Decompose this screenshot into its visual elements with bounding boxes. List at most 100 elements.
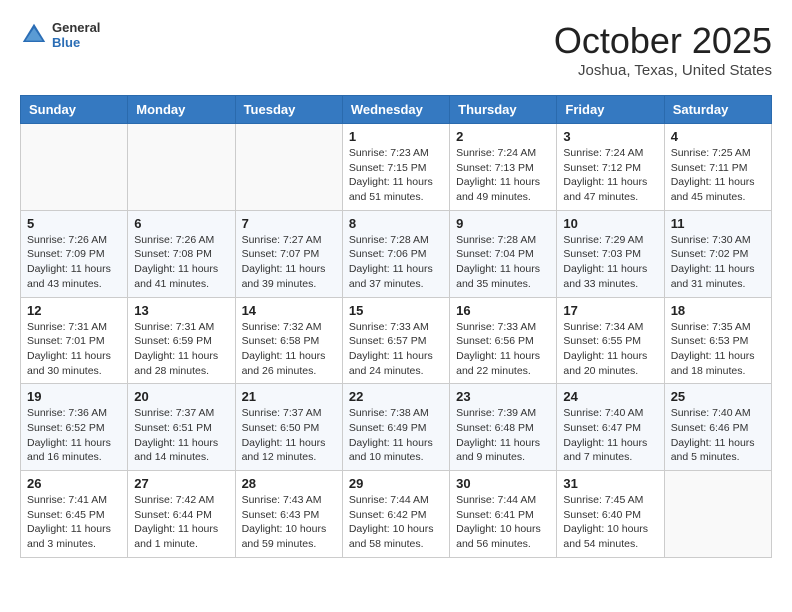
day-number: 16 [456,303,550,318]
day-info: Sunrise: 7:28 AM Sunset: 7:06 PM Dayligh… [349,233,443,292]
calendar-cell: 11 Sunrise: 7:30 AM Sunset: 7:02 PM Dayli… [664,210,771,297]
calendar-week-row: 19Sunrise: 7:36 AM Sunset: 6:52 PM Dayli… [21,384,772,471]
day-info: Sunrise: 7:31 AM Sunset: 7:01 PM Dayligh… [27,320,121,379]
day-number: 26 [27,476,121,491]
day-number: 30 [456,476,550,491]
calendar-cell: 25 Sunrise: 7:40 AM Sunset: 6:46 PM Dayli… [664,384,771,471]
calendar-cell: 30 Sunrise: 7:44 AM Sunset: 6:41 PM Dayli… [450,471,557,558]
day-number: 8 [349,216,443,231]
calendar-cell: 22 Sunrise: 7:38 AM Sunset: 6:49 PM Dayli… [342,384,449,471]
logo-text: General Blue [52,20,100,50]
day-info: Sunrise: 7:23 AM Sunset: 7:15 PM Dayligh… [349,146,443,205]
page-header: General Blue October 2025 Joshua, Texas,… [20,20,772,79]
calendar-cell: 31 Sunrise: 7:45 AM Sunset: 6:40 PM Dayli… [557,471,664,558]
calendar-cell: 5 Sunrise: 7:26 AM Sunset: 7:09 PM Daylig… [21,210,128,297]
calendar-cell: 13Sunrise: 7:31 AM Sunset: 6:59 PM Dayli… [128,297,235,384]
calendar-week-row: 1 Sunrise: 7:23 AM Sunset: 7:15 PM Daylig… [21,124,772,211]
day-number: 17 [563,303,657,318]
day-info: Sunrise: 7:39 AM Sunset: 6:48 PM Dayligh… [456,406,550,465]
calendar-cell: 28 Sunrise: 7:43 AM Sunset: 6:43 PM Dayli… [235,471,342,558]
day-info: Sunrise: 7:25 AM Sunset: 7:11 PM Dayligh… [671,146,765,205]
day-info: Sunrise: 7:45 AM Sunset: 6:40 PM Dayligh… [563,493,657,552]
day-number: 18 [671,303,765,318]
day-number: 25 [671,389,765,404]
calendar-cell [235,124,342,211]
calendar-cell: 27 Sunrise: 7:42 AM Sunset: 6:44 PM Dayli… [128,471,235,558]
day-number: 15 [349,303,443,318]
day-number: 23 [456,389,550,404]
day-info: Sunrise: 7:31 AM Sunset: 6:59 PM Dayligh… [134,320,228,379]
weekday-header-sunday: Sunday [21,96,128,124]
calendar-cell: 29Sunrise: 7:44 AM Sunset: 6:42 PM Dayli… [342,471,449,558]
calendar-cell: 12 Sunrise: 7:31 AM Sunset: 7:01 PM Dayli… [21,297,128,384]
day-info: Sunrise: 7:28 AM Sunset: 7:04 PM Dayligh… [456,233,550,292]
day-number: 22 [349,389,443,404]
calendar-week-row: 12 Sunrise: 7:31 AM Sunset: 7:01 PM Dayli… [21,297,772,384]
calendar-cell: 8 Sunrise: 7:28 AM Sunset: 7:06 PM Daylig… [342,210,449,297]
calendar-cell: 16 Sunrise: 7:33 AM Sunset: 6:56 PM Dayli… [450,297,557,384]
calendar-cell: 6 Sunrise: 7:26 AM Sunset: 7:08 PM Daylig… [128,210,235,297]
day-number: 2 [456,129,550,144]
location: Joshua, Texas, United States [554,62,772,79]
weekday-header-row: SundayMondayTuesdayWednesdayThursdayFrid… [21,96,772,124]
weekday-header-tuesday: Tuesday [235,96,342,124]
day-info: Sunrise: 7:43 AM Sunset: 6:43 PM Dayligh… [242,493,336,552]
day-number: 12 [27,303,121,318]
day-info: Sunrise: 7:38 AM Sunset: 6:49 PM Dayligh… [349,406,443,465]
day-number: 28 [242,476,336,491]
day-number: 11 [671,216,765,231]
day-info: Sunrise: 7:26 AM Sunset: 7:09 PM Dayligh… [27,233,121,292]
calendar-cell: 26 Sunrise: 7:41 AM Sunset: 6:45 PM Dayli… [21,471,128,558]
calendar-cell [664,471,771,558]
calendar-cell: 24 Sunrise: 7:40 AM Sunset: 6:47 PM Dayli… [557,384,664,471]
day-number: 20 [134,389,228,404]
day-info: Sunrise: 7:37 AM Sunset: 6:50 PM Dayligh… [242,406,336,465]
day-number: 5 [27,216,121,231]
calendar-cell: 14 Sunrise: 7:32 AM Sunset: 6:58 PM Dayli… [235,297,342,384]
day-number: 1 [349,129,443,144]
weekday-header-saturday: Saturday [664,96,771,124]
day-info: Sunrise: 7:29 AM Sunset: 7:03 PM Dayligh… [563,233,657,292]
calendar-cell: 4 Sunrise: 7:25 AM Sunset: 7:11 PM Daylig… [664,124,771,211]
day-info: Sunrise: 7:34 AM Sunset: 6:55 PM Dayligh… [563,320,657,379]
calendar-cell: 7Sunrise: 7:27 AM Sunset: 7:07 PM Daylig… [235,210,342,297]
day-number: 4 [671,129,765,144]
day-number: 7 [242,216,336,231]
day-info: Sunrise: 7:44 AM Sunset: 6:42 PM Dayligh… [349,493,443,552]
calendar-cell: 15 Sunrise: 7:33 AM Sunset: 6:57 PM Dayli… [342,297,449,384]
day-info: Sunrise: 7:24 AM Sunset: 7:12 PM Dayligh… [563,146,657,205]
calendar-cell: 9 Sunrise: 7:28 AM Sunset: 7:04 PM Daylig… [450,210,557,297]
day-number: 6 [134,216,228,231]
calendar-table: SundayMondayTuesdayWednesdayThursdayFrid… [20,95,772,558]
day-info: Sunrise: 7:44 AM Sunset: 6:41 PM Dayligh… [456,493,550,552]
calendar-cell: 3Sunrise: 7:24 AM Sunset: 7:12 PM Daylig… [557,124,664,211]
weekday-header-thursday: Thursday [450,96,557,124]
day-info: Sunrise: 7:40 AM Sunset: 6:47 PM Dayligh… [563,406,657,465]
calendar-cell: 20Sunrise: 7:37 AM Sunset: 6:51 PM Dayli… [128,384,235,471]
title-block: October 2025 Joshua, Texas, United State… [554,20,772,79]
day-info: Sunrise: 7:32 AM Sunset: 6:58 PM Dayligh… [242,320,336,379]
day-number: 27 [134,476,228,491]
day-info: Sunrise: 7:30 AM Sunset: 7:02 PM Dayligh… [671,233,765,292]
logo-icon [20,21,48,49]
day-number: 31 [563,476,657,491]
calendar-cell: 10Sunrise: 7:29 AM Sunset: 7:03 PM Dayli… [557,210,664,297]
weekday-header-monday: Monday [128,96,235,124]
day-info: Sunrise: 7:42 AM Sunset: 6:44 PM Dayligh… [134,493,228,552]
calendar-week-row: 26 Sunrise: 7:41 AM Sunset: 6:45 PM Dayli… [21,471,772,558]
logo-general: General [52,20,100,35]
day-info: Sunrise: 7:26 AM Sunset: 7:08 PM Dayligh… [134,233,228,292]
calendar-cell: 23 Sunrise: 7:39 AM Sunset: 6:48 PM Dayli… [450,384,557,471]
day-number: 24 [563,389,657,404]
day-info: Sunrise: 7:24 AM Sunset: 7:13 PM Dayligh… [456,146,550,205]
day-info: Sunrise: 7:41 AM Sunset: 6:45 PM Dayligh… [27,493,121,552]
logo-blue: Blue [52,35,100,50]
calendar-cell: 19Sunrise: 7:36 AM Sunset: 6:52 PM Dayli… [21,384,128,471]
day-number: 14 [242,303,336,318]
calendar-cell: 21Sunrise: 7:37 AM Sunset: 6:50 PM Dayli… [235,384,342,471]
day-number: 9 [456,216,550,231]
day-info: Sunrise: 7:33 AM Sunset: 6:57 PM Dayligh… [349,320,443,379]
day-info: Sunrise: 7:33 AM Sunset: 6:56 PM Dayligh… [456,320,550,379]
day-info: Sunrise: 7:40 AM Sunset: 6:46 PM Dayligh… [671,406,765,465]
day-info: Sunrise: 7:35 AM Sunset: 6:53 PM Dayligh… [671,320,765,379]
